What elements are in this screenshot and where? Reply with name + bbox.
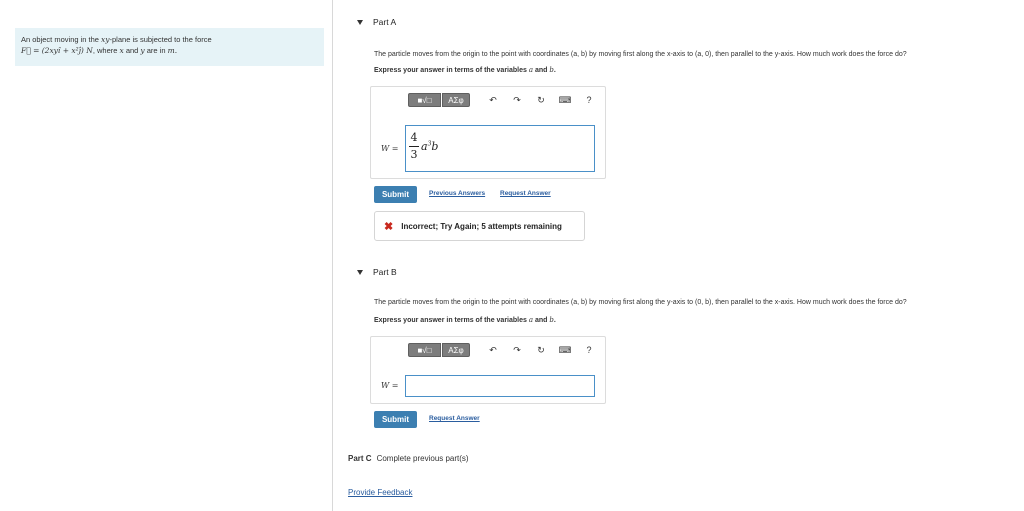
part-b-instruction-and: and	[533, 317, 550, 324]
part-b-answer-input[interactable]	[405, 375, 595, 397]
previous-answers-link[interactable]: Previous Answers	[429, 190, 485, 197]
symbols-button[interactable]: AΣφ	[442, 93, 470, 107]
problem-text-prefix: An object moving in the	[21, 35, 102, 44]
force-formula: F⃗ = (2xyî + x²ĵ) N	[21, 46, 93, 55]
panel-divider	[332, 0, 333, 511]
part-a-answer-box: ■√□ AΣφ ↶ ↷ ↻ ⌨ ? W = 4 3 a3b	[370, 86, 606, 179]
answer-denominator: 3	[410, 148, 418, 161]
problem-where: , where	[92, 46, 120, 55]
part-b-instruction-text: Express your answer in terms of the vari…	[374, 317, 529, 324]
answer-expression: a3b	[421, 140, 438, 153]
part-b-answer-box: ■√□ AΣφ ↶ ↷ ↻ ⌨ ? W =	[370, 336, 606, 404]
collapse-caret-icon	[357, 19, 363, 25]
undo-icon[interactable]: ↶	[488, 95, 498, 105]
undo-icon[interactable]: ↶	[488, 345, 498, 355]
part-b-instruction: Express your answer in terms of the vari…	[374, 316, 556, 324]
part-a-question: The particle moves from the origin to th…	[374, 51, 907, 58]
problem-unit: m.	[167, 46, 178, 55]
incorrect-feedback: ✖ Incorrect; Try Again; 5 attempts remai…	[374, 211, 585, 241]
part-c-status: Complete previous part(s)	[376, 454, 469, 463]
templates-button[interactable]: ■√□	[408, 93, 441, 107]
part-b-submit-button[interactable]: Submit	[374, 411, 417, 428]
help-icon[interactable]: ?	[584, 345, 594, 355]
templates-button[interactable]: ■√□	[408, 343, 441, 357]
part-a-instruction-text: Express your answer in terms of the vari…	[374, 67, 529, 74]
part-a-w-label: W =	[381, 144, 399, 153]
problem-text-mid: -plane is subjected to the force	[109, 35, 212, 44]
feedback-text: Incorrect; Try Again; 5 attempts remaini…	[401, 221, 562, 231]
part-a-title: Part A	[373, 17, 397, 27]
part-a-request-answer-link[interactable]: Request Answer	[500, 190, 551, 197]
part-b-instruction-end: .	[553, 317, 556, 324]
redo-icon[interactable]: ↷	[512, 345, 522, 355]
part-b-w-label: W =	[381, 381, 399, 390]
part-a-submit-button[interactable]: Submit	[374, 186, 417, 203]
part-c-title: Part C	[348, 454, 372, 463]
problem-text-line2: F⃗ = (2xyî + x²ĵ) N, where x and y are i…	[21, 45, 318, 56]
part-b-title: Part B	[373, 267, 397, 277]
problem-are-in: are in	[144, 46, 168, 55]
problem-text-line1: An object moving in the xy-plane is subj…	[21, 34, 318, 45]
problem-and: and	[123, 46, 141, 55]
part-a-instruction-end: .	[553, 67, 556, 74]
collapse-caret-icon	[357, 269, 363, 275]
part-b-question: The particle moves from the origin to th…	[374, 299, 907, 306]
symbols-button[interactable]: AΣφ	[442, 343, 470, 357]
provide-feedback-link[interactable]: Provide Feedback	[348, 488, 412, 497]
answer-numerator: 4	[410, 131, 418, 144]
part-b-request-answer-link[interactable]: Request Answer	[429, 415, 480, 422]
fraction-bar	[409, 146, 419, 147]
answer-var-b: b	[431, 140, 439, 153]
help-icon[interactable]: ?	[584, 95, 594, 105]
part-a-header[interactable]: Part A	[357, 17, 396, 27]
problem-plane-var: xy	[101, 35, 110, 44]
reset-icon[interactable]: ↻	[536, 345, 546, 355]
redo-icon[interactable]: ↷	[512, 95, 522, 105]
part-a-instruction: Express your answer in terms of the vari…	[374, 66, 556, 74]
problem-statement: An object moving in the xy-plane is subj…	[15, 28, 324, 66]
part-b-math-toolbar: ■√□ AΣφ ↶ ↷ ↻ ⌨ ?	[408, 343, 594, 357]
keyboard-icon[interactable]: ⌨	[559, 95, 572, 105]
part-a-instruction-and: and	[533, 67, 550, 74]
error-x-icon: ✖	[384, 220, 394, 233]
part-a-math-toolbar: ■√□ AΣφ ↶ ↷ ↻ ⌨ ?	[408, 93, 594, 107]
reset-icon[interactable]: ↻	[536, 95, 546, 105]
keyboard-icon[interactable]: ⌨	[559, 345, 572, 355]
part-c-row: Part C Complete previous part(s)	[348, 454, 469, 463]
part-a-answer-input[interactable]: 4 3 a3b	[405, 125, 595, 172]
part-b-header[interactable]: Part B	[357, 267, 397, 277]
